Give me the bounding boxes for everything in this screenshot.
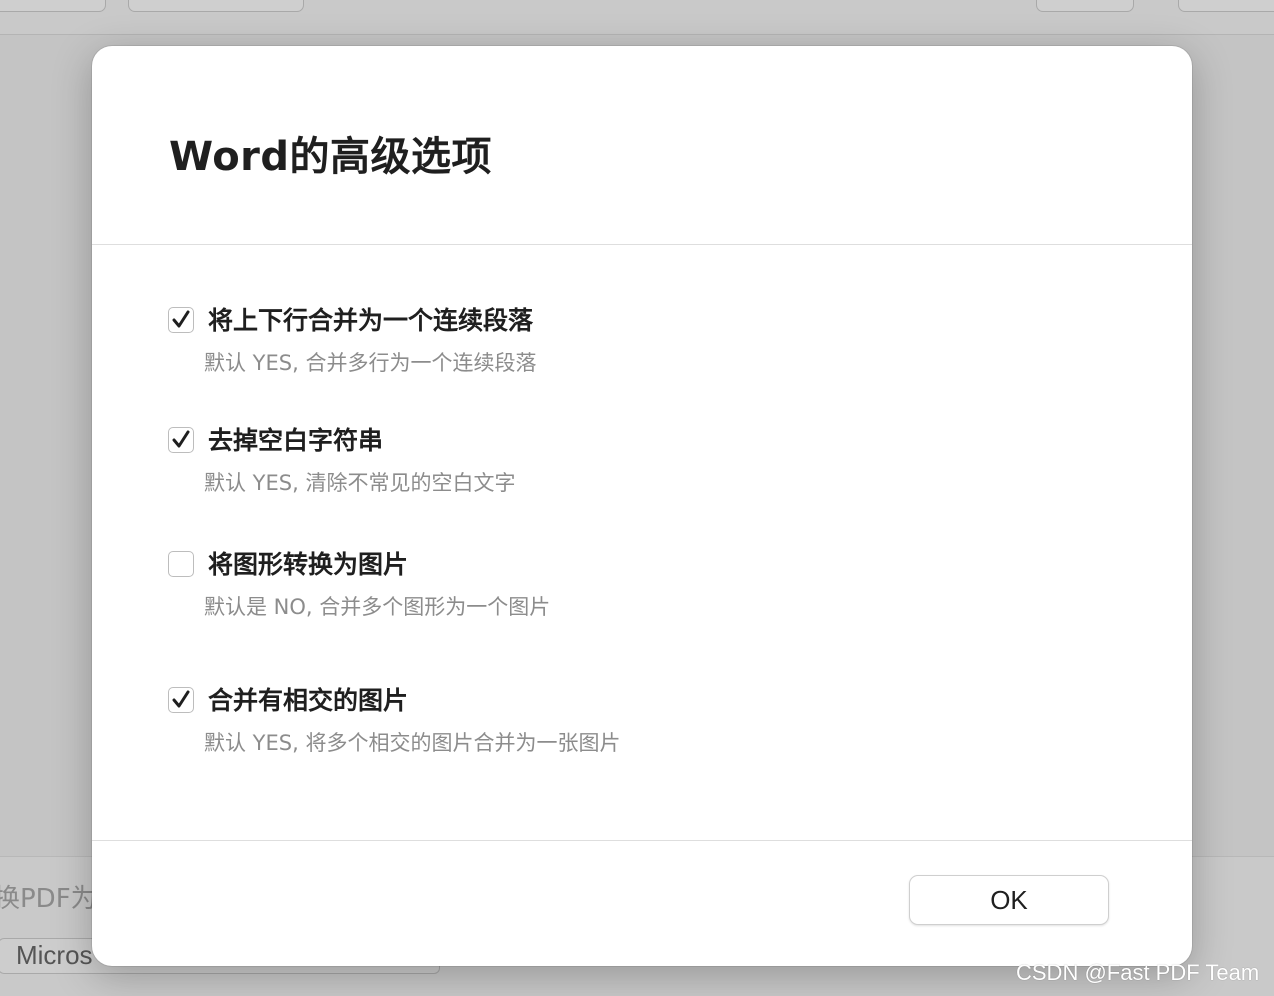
option-description: 默认 YES, 合并多行为一个连续段落 [204,351,537,375]
dialog-title: Word的高级选项 [169,134,493,180]
watermark-text: CSDN @Fast PDF Team [1016,960,1260,985]
option-description: 默认 YES, 将多个相交的图片合并为一张图片 [204,731,621,755]
header-divider [92,244,1192,245]
option-label[interactable]: 合并有相交的图片 [208,681,408,717]
option-label[interactable]: 将上下行合并为一个连续段落 [208,301,533,337]
background-format-select-value: Micros [16,940,93,970]
remove-whitespace-checkbox[interactable] [168,427,194,453]
background-footer-label: 换PDF为 [0,884,97,914]
merge-lines-checkbox[interactable] [168,307,194,333]
background-toolbar-button [0,0,106,12]
background-toolbar-button [1178,0,1274,12]
checkmark-icon [172,690,190,708]
option-label[interactable]: 去掉空白字符串 [208,421,383,457]
background-toolbar [0,0,1274,35]
option-description: 默认 YES, 清除不常见的空白文字 [204,471,516,495]
checkmark-icon [172,310,190,328]
ok-button[interactable]: OK [909,875,1109,925]
merge-intersecting-images-checkbox[interactable] [168,687,194,713]
option-description: 默认是 NO, 合并多个图形为一个图片 [204,595,551,619]
advanced-options-dialog: Word的高级选项 将上下行合并为一个连续段落 默认 YES, 合并多行为一个连… [92,46,1192,966]
checkmark-icon [172,430,190,448]
background-toolbar-button [1036,0,1134,12]
option-label[interactable]: 将图形转换为图片 [208,545,408,581]
footer-divider [92,840,1192,841]
background-toolbar-button [128,0,304,12]
shapes-to-images-checkbox[interactable] [168,551,194,577]
